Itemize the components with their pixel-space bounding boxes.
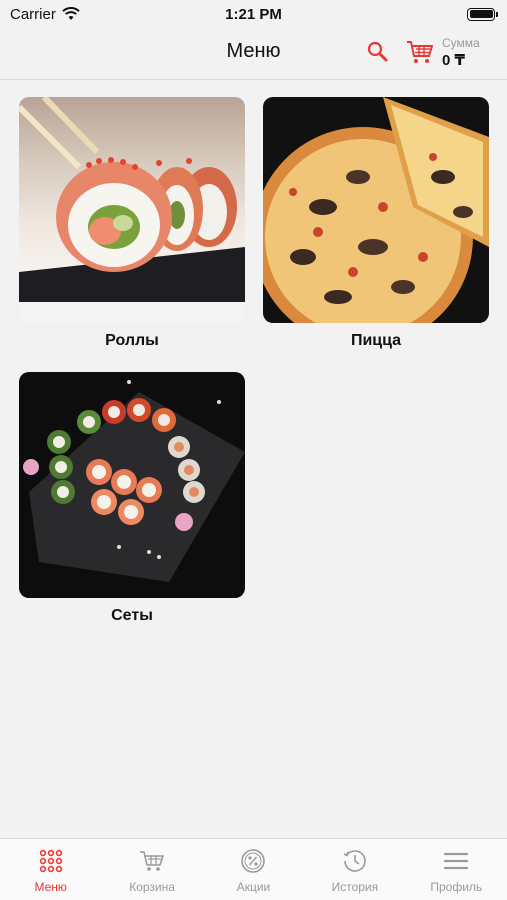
search-icon[interactable] [366, 40, 390, 64]
sum-value: 0 ₸ [442, 52, 465, 69]
tab-cart[interactable]: Корзина [102, 839, 203, 900]
category-label: Роллы [105, 332, 159, 349]
tab-menu[interactable]: Меню [0, 839, 101, 900]
tab-promotions[interactable]: Акции [203, 839, 304, 900]
tab-label: Профиль [430, 880, 483, 894]
carrier-label: Carrier [10, 5, 56, 23]
sets-photo [19, 372, 245, 598]
history-icon [343, 850, 366, 872]
percent-badge-icon [241, 849, 266, 873]
tab-history[interactable]: История [304, 839, 405, 900]
category-card-sets[interactable]: Сеты [19, 372, 245, 627]
cart-icon [140, 851, 164, 871]
tab-label: Корзина [129, 880, 175, 894]
tab-label: История [331, 880, 379, 894]
menu-lines-icon [444, 852, 469, 870]
category-card-rolls[interactable]: Роллы [19, 97, 245, 352]
tab-label: Акции [236, 880, 271, 894]
rolls-photo [19, 97, 245, 323]
category-card-pizza[interactable]: Пицца [263, 97, 489, 352]
pizza-photo [263, 97, 489, 323]
category-label: Сеты [111, 607, 153, 624]
sum-label: Сумма [442, 36, 480, 50]
tab-label: Меню [34, 880, 67, 894]
battery-icon [467, 7, 498, 21]
category-label: Пицца [350, 332, 402, 349]
status-time: 1:21 PM [225, 5, 282, 23]
page-title: Меню [226, 40, 281, 62]
navigation-bar: Меню Сумма 0 ₸ [0, 28, 507, 80]
status-bar: Carrier 1:21 PM [0, 0, 507, 28]
wifi-icon [62, 7, 80, 20]
grid-dots-icon [39, 849, 62, 873]
tab-bar: Меню Корзина Акции История Профиль [0, 838, 507, 900]
cart-sum: Сумма 0 ₸ [442, 36, 480, 69]
tab-profile[interactable]: Профиль [406, 839, 507, 900]
cart-icon[interactable] [405, 38, 435, 66]
category-grid: Роллы Пицца Сеты [19, 97, 491, 627]
